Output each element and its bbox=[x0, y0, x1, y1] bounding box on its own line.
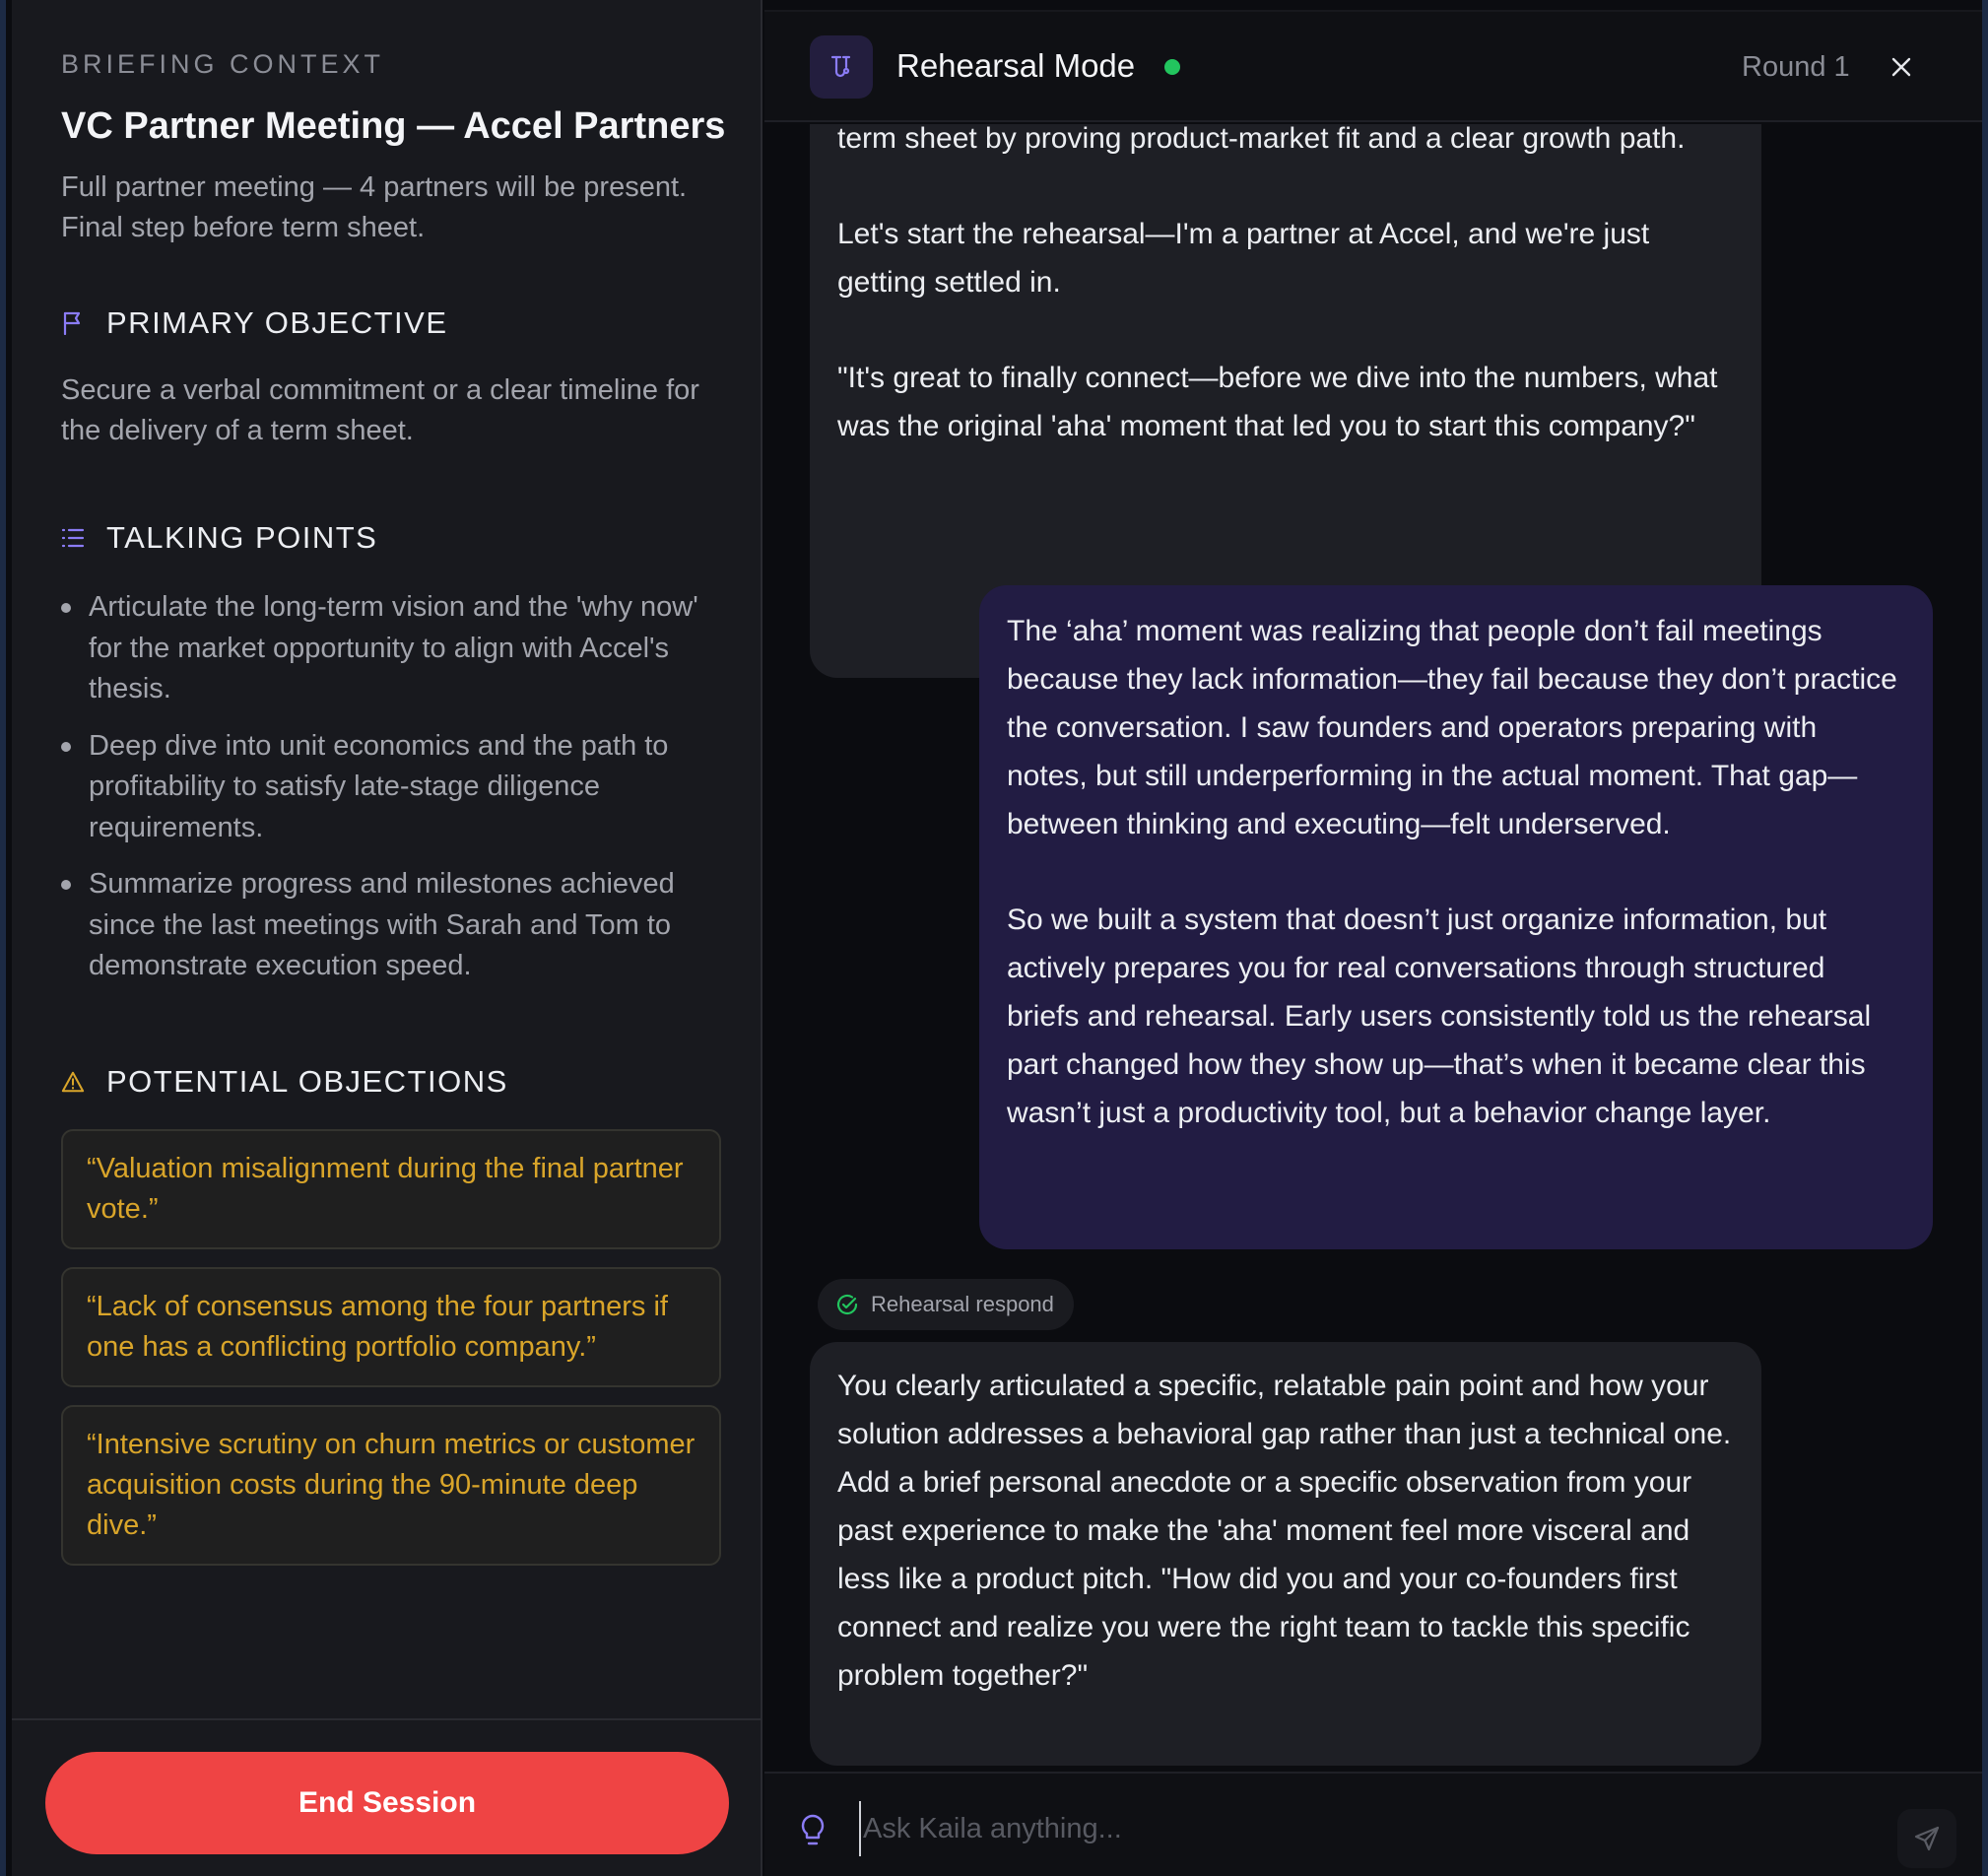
warning-icon bbox=[61, 1070, 85, 1094]
user-message-paragraph: So we built a system that doesn’t just o… bbox=[1007, 904, 1872, 1129]
primary-objective-heading: PRIMARY OBJECTIVE bbox=[61, 305, 721, 341]
ai-message-paragraph: term sheet by proving product-market fit… bbox=[837, 124, 1686, 155]
primary-objective-text: Secure a verbal commitment or a clear ti… bbox=[61, 374, 699, 446]
ai-feedback-message: You clearly articulated a specific, rela… bbox=[810, 1342, 1761, 1766]
briefing-eyebrow: BRIEFING CONTEXT bbox=[61, 49, 385, 79]
talking-points-list: Articulate the long-term vision and the … bbox=[61, 587, 721, 987]
rehearsal-header: Rehearsal Mode Round 1 bbox=[764, 10, 1982, 122]
talking-point: Summarize progress and milestones achiev… bbox=[61, 864, 721, 987]
ai-feedback-text: You clearly articulated a specific, rela… bbox=[837, 1370, 1732, 1692]
live-status-dot bbox=[1164, 59, 1180, 75]
potential-objections-title: POTENTIAL OBJECTIONS bbox=[106, 1063, 508, 1099]
primary-objective-title: PRIMARY OBJECTIVE bbox=[106, 305, 448, 340]
send-button[interactable] bbox=[1897, 1809, 1956, 1868]
rehearsal-mode-title: Rehearsal Mode bbox=[896, 47, 1136, 84]
potential-objections-heading: POTENTIAL OBJECTIONS bbox=[61, 1064, 721, 1100]
user-message: The ‘aha’ moment was realizing that peop… bbox=[979, 585, 1933, 1249]
end-session-button[interactable]: End Session bbox=[45, 1752, 729, 1854]
objections-list: “Valuation misalignment during the final… bbox=[61, 1128, 721, 1566]
list-icon bbox=[61, 526, 85, 550]
objection-card: “Lack of consensus among the four partne… bbox=[61, 1266, 721, 1387]
rehearsal-respond-label: Rehearsal respond bbox=[871, 1292, 1054, 1316]
app-window: BRIEFING CONTEXT VC Partner Meeting — Ac… bbox=[0, 0, 1988, 1876]
user-message-paragraph: The ‘aha’ moment was realizing that peop… bbox=[1007, 615, 1897, 840]
check-circle-icon bbox=[836, 1294, 858, 1315]
chat-thread[interactable]: term sheet by proving product-market fit… bbox=[764, 124, 1982, 1772]
rehearsal-respond-chip: Rehearsal respond bbox=[818, 1279, 1074, 1330]
talking-point: Deep dive into unit economics and the pa… bbox=[61, 726, 721, 849]
talking-points-heading: TALKING POINTS bbox=[61, 520, 721, 556]
meeting-description: Full partner meeting — 4 partners will b… bbox=[61, 171, 688, 243]
message-composer bbox=[764, 1772, 1982, 1876]
objection-card: “Valuation misalignment during the final… bbox=[61, 1128, 721, 1249]
rehearsal-panel: Rehearsal Mode Round 1 term sheet by pro… bbox=[764, 0, 1982, 1876]
ai-message-paragraph: Let's start the rehearsal—I'm a partner … bbox=[837, 218, 1650, 299]
flag-icon bbox=[61, 311, 85, 335]
lightbulb-icon bbox=[801, 1814, 825, 1845]
talking-points-title: TALKING POINTS bbox=[106, 520, 378, 555]
objection-card: “Intensive scrutiny on churn metrics or … bbox=[61, 1404, 721, 1566]
close-icon bbox=[1891, 57, 1911, 77]
briefing-panel: BRIEFING CONTEXT VC Partner Meeting — Ac… bbox=[12, 0, 762, 1876]
close-button[interactable] bbox=[1882, 47, 1921, 87]
briefing-scroll-area[interactable]: BRIEFING CONTEXT VC Partner Meeting — Ac… bbox=[61, 49, 726, 1583]
rehearsal-mode-icon bbox=[810, 35, 873, 99]
meeting-title: VC Partner Meeting — Accel Partners bbox=[61, 105, 726, 147]
round-indicator: Round 1 bbox=[1742, 51, 1850, 83]
ask-input[interactable] bbox=[859, 1801, 1864, 1856]
ai-message-paragraph: "It's great to finally connect—before we… bbox=[837, 362, 1718, 442]
talking-point: Articulate the long-term vision and the … bbox=[61, 587, 721, 710]
briefing-footer: End Session bbox=[12, 1718, 762, 1876]
send-icon bbox=[1914, 1826, 1940, 1851]
